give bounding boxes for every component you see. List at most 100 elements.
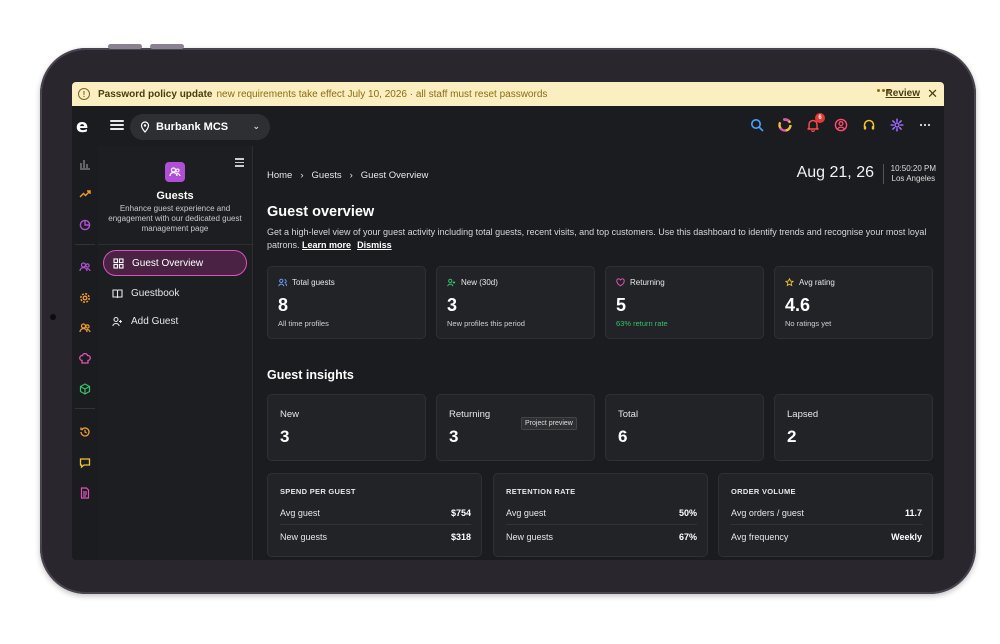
sidebar-divider xyxy=(98,244,252,245)
guests-icon[interactable] xyxy=(79,261,91,273)
current-time: 10:50:20 PM xyxy=(890,164,936,173)
review-link[interactable]: Review xyxy=(886,88,920,99)
camera xyxy=(50,314,56,320)
bar-chart-icon[interactable] xyxy=(79,158,91,170)
metric-value: Weekly xyxy=(891,532,922,542)
metric-row: Avg guest $754 xyxy=(280,508,471,518)
user-plus-icon xyxy=(447,278,456,287)
stat-subtext: No ratings yet xyxy=(785,319,832,328)
sidebar-item-guest-overview[interactable]: Guest Overview xyxy=(103,250,247,276)
chevron-right-icon: › xyxy=(349,170,353,181)
pie-chart-icon[interactable] xyxy=(79,219,91,231)
sidebar-menu-icon[interactable] xyxy=(235,156,244,169)
metric-spend-per-guest: SPEND PER GUEST Avg guest $754 New guests… xyxy=(267,473,482,557)
more-icon[interactable] xyxy=(918,118,932,132)
app-screen: ! Password policy update new requirement… xyxy=(72,82,944,560)
notifications-button[interactable]: 6 xyxy=(806,113,825,132)
insight-value: 3 xyxy=(449,427,459,446)
sidebar-item-label: Add Guest xyxy=(131,315,179,327)
settings-icon[interactable] xyxy=(890,118,904,132)
cube-icon[interactable] xyxy=(79,383,91,395)
app-logo[interactable]: e xyxy=(76,118,94,136)
insight-label: Lapsed xyxy=(787,409,819,420)
insight-label: Total xyxy=(618,409,639,420)
page-title: Guest overview xyxy=(267,204,375,220)
stat-card-total-guests: Total guests 8 All time profiles xyxy=(267,266,426,339)
metric-value: 67% xyxy=(678,532,697,542)
history-icon[interactable] xyxy=(79,426,91,438)
stat-subtext: All time profiles xyxy=(278,319,329,328)
breadcrumb: Home › Guests › Guest Overview xyxy=(267,170,428,181)
staff-icon[interactable] xyxy=(79,322,91,334)
metric-label: New guests xyxy=(506,532,554,542)
book-icon xyxy=(112,288,123,298)
learn-more-link[interactable]: Learn more xyxy=(302,240,351,250)
location-selector[interactable]: Burbank MCS ⌄ xyxy=(130,114,270,140)
gear-icon[interactable] xyxy=(79,292,91,304)
metric-row: Avg orders / guest 11.7 xyxy=(731,508,922,518)
chef-hat-icon[interactable] xyxy=(79,353,91,365)
dismiss-link[interactable]: Dismiss xyxy=(357,240,392,250)
insight-card-returning: Returning 3 Project preview xyxy=(436,394,595,461)
trend-icon[interactable] xyxy=(79,188,91,200)
stat-value: 5 xyxy=(616,295,627,315)
metric-title: ORDER VOLUME xyxy=(731,487,796,496)
current-date: Aug 21, 26 xyxy=(796,164,874,181)
sidebar-item-guestbook[interactable]: Guestbook xyxy=(103,280,247,306)
headset-icon[interactable] xyxy=(862,118,876,132)
timezone: Los Angeles xyxy=(891,174,936,183)
star-icon xyxy=(785,278,794,287)
user-plus-icon xyxy=(112,316,122,326)
sidebar-item-add-guest[interactable]: Add Guest xyxy=(103,308,247,334)
menu-icon[interactable] xyxy=(110,118,124,132)
user-circle-icon[interactable] xyxy=(834,118,848,132)
project-preview-tooltip: Project preview xyxy=(521,417,577,430)
document-icon[interactable] xyxy=(79,487,91,499)
close-icon[interactable]: ✕ xyxy=(927,86,938,102)
stat-label: Avg rating xyxy=(799,278,835,287)
metric-label: Avg guest xyxy=(280,508,320,518)
chat-icon[interactable] xyxy=(79,457,91,469)
volume-button xyxy=(108,44,142,49)
heart-icon xyxy=(616,278,625,287)
top-bar: e Burbank MCS ⌄ 6 xyxy=(72,106,944,146)
metric-title: RETENTION RATE xyxy=(506,487,576,496)
metric-label: New guests xyxy=(280,532,328,542)
metric-row: Avg guest 50% xyxy=(506,508,697,518)
search-icon[interactable] xyxy=(750,118,764,132)
metric-row: New guests 67% xyxy=(506,532,697,542)
chevron-right-icon: › xyxy=(300,170,304,181)
volume-button xyxy=(150,44,184,49)
main-content: Home › Guests › Guest Overview Aug 21, 2… xyxy=(252,146,944,560)
insight-value: 2 xyxy=(787,427,797,446)
stat-value: 3 xyxy=(447,295,458,315)
location-name: Burbank MCS xyxy=(156,121,229,133)
clock: 10:50:20 PM Los Angeles xyxy=(882,164,936,184)
breadcrumb-guests[interactable]: Guests xyxy=(312,170,342,181)
stat-card-new-30d: New (30d) 3 New profiles this period xyxy=(436,266,595,339)
stat-value: 8 xyxy=(278,295,289,315)
stat-label: Returning xyxy=(630,278,665,287)
metric-order-volume: ORDER VOLUME Avg orders / guest 11.7 Avg … xyxy=(718,473,933,557)
metric-title: SPEND PER GUEST xyxy=(280,487,356,496)
stat-subtext: New profiles this period xyxy=(447,319,525,328)
sidebar-description: Enhance guest experience and engagement … xyxy=(108,204,242,233)
icon-rail xyxy=(72,146,99,560)
app-switcher-icon[interactable] xyxy=(778,118,792,132)
breadcrumb-current: Guest Overview xyxy=(360,170,429,181)
metric-retention-rate: RETENTION RATE Avg guest 50% New guests 67… xyxy=(493,473,708,557)
page-description: Get a high-level view of your guest acti… xyxy=(267,226,937,251)
breadcrumb-home[interactable]: Home xyxy=(267,170,292,181)
stat-card-returning: Returning 5 63% return rate xyxy=(605,266,764,339)
insight-value: 6 xyxy=(618,427,628,446)
insight-card-total: Total 6 xyxy=(605,394,764,461)
sidebar: Guests Enhance guest experience and enga… xyxy=(98,146,253,560)
insight-label: Returning xyxy=(449,409,491,420)
insight-label: New xyxy=(280,409,300,420)
metric-row: Avg frequency Weekly xyxy=(731,532,922,542)
metric-label: Avg guest xyxy=(506,508,546,518)
sidebar-title: Guests xyxy=(156,190,194,202)
metric-label: Avg orders / guest xyxy=(731,508,804,518)
metric-value: 50% xyxy=(678,508,697,518)
guests-section-icon xyxy=(165,162,185,182)
